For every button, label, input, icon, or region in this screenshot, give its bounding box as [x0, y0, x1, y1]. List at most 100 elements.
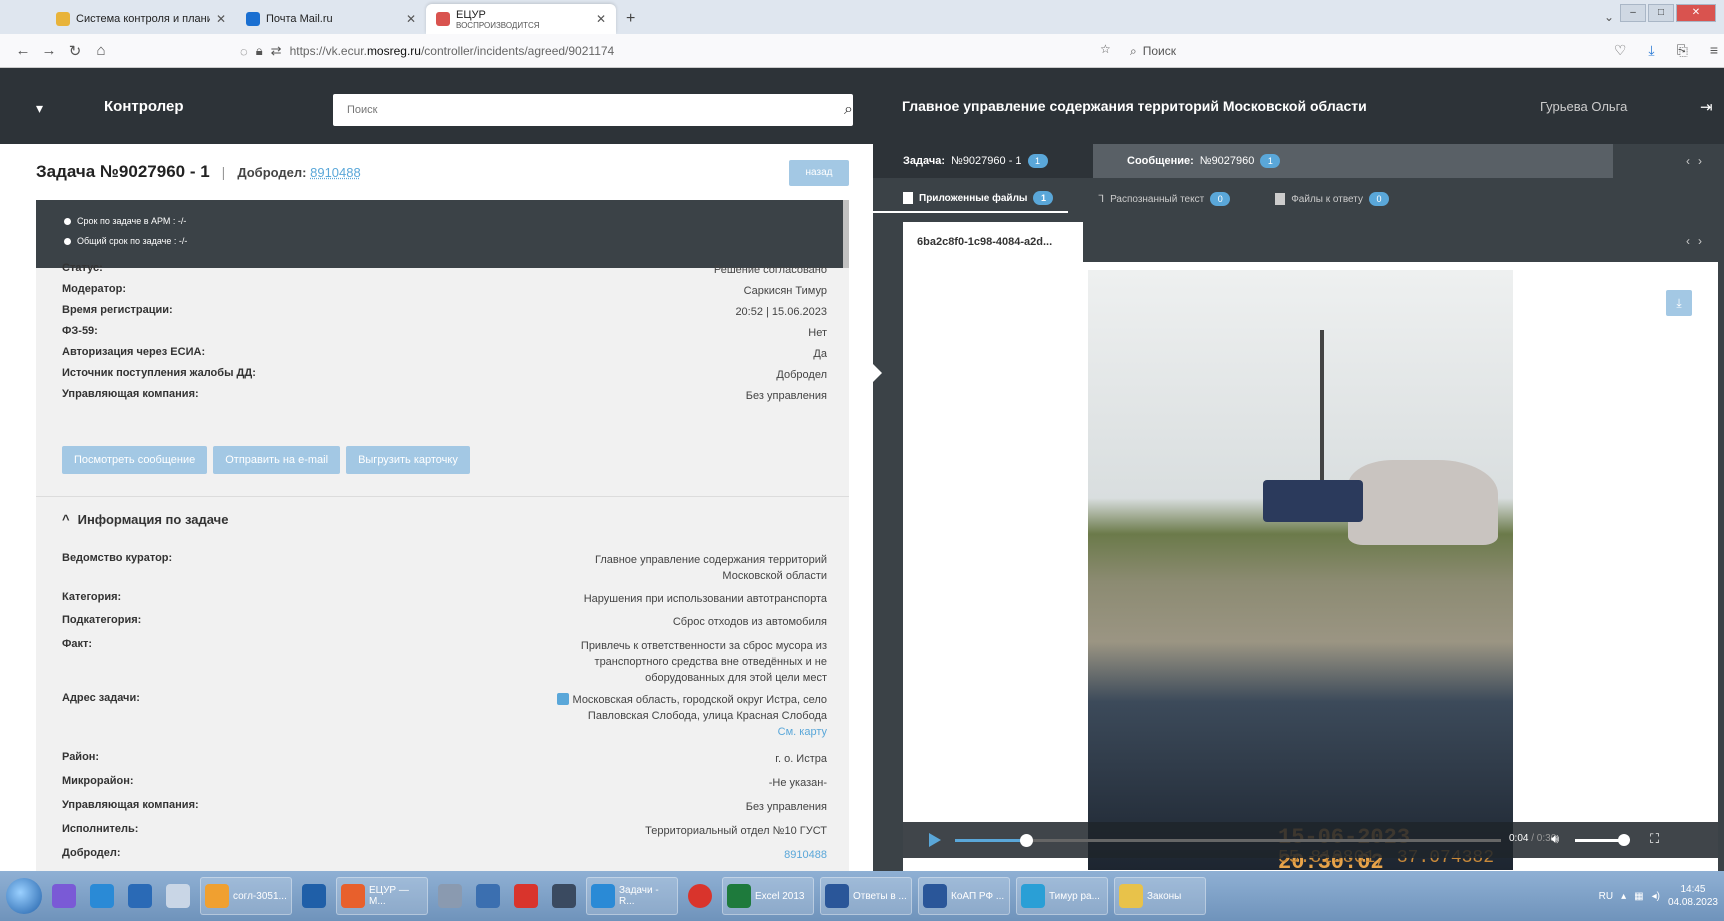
- seek-handle[interactable]: [1019, 834, 1033, 847]
- window-close-button[interactable]: ✕: [1676, 4, 1716, 22]
- app-icon[interactable]: [434, 877, 466, 915]
- search-icon[interactable]: ⌕: [844, 101, 853, 119]
- chevron-down-icon[interactable]: ▾: [36, 100, 43, 117]
- viewer-tabs: Задача: №9027960 - 11 Сообщение: №9027960 1…: [873, 144, 1724, 178]
- utility-pole: [1320, 330, 1324, 500]
- video-frame[interactable]: 15-06-2023 20:30:02 55.819801, 37.074382: [1088, 270, 1513, 870]
- window-controls: – □ ✕: [1620, 4, 1716, 22]
- close-icon[interactable]: ✕: [406, 12, 416, 26]
- yandex-browser-icon[interactable]: [684, 877, 716, 915]
- menu-icon[interactable]: ≡: [1710, 42, 1718, 59]
- volume-icon[interactable]: 🔊︎: [1551, 831, 1559, 847]
- taskbar-item[interactable]: Законы: [1114, 877, 1206, 915]
- forward-arrow-icon[interactable]: →: [36, 42, 62, 59]
- dobrodel-link[interactable]: 8910488: [310, 165, 361, 180]
- taskbar-item[interactable]: согл-3051...: [200, 877, 292, 915]
- ie-icon[interactable]: [86, 877, 118, 915]
- volume-slider[interactable]: [1575, 839, 1621, 842]
- export-card-button[interactable]: Выгрузить карточку: [346, 446, 470, 474]
- tab-response-files[interactable]: Файлы к ответу 0: [1245, 185, 1404, 213]
- reload-icon[interactable]: ↻: [62, 42, 88, 60]
- permissions-icon: ⇄: [270, 43, 282, 58]
- start-button[interactable]: [6, 878, 42, 914]
- send-email-button[interactable]: Отправить на e-mail: [213, 446, 341, 474]
- yandex-icon[interactable]: [510, 877, 542, 915]
- tab-title-text: ЕЦУР: [456, 8, 486, 21]
- user-name[interactable]: Гурьева Ольга: [1540, 99, 1627, 114]
- language-indicator[interactable]: RU: [1599, 891, 1613, 902]
- show-map-link[interactable]: См. карту: [778, 726, 827, 738]
- volume-icon[interactable]: ◂): [1652, 891, 1660, 902]
- download-icon[interactable]: ⤓: [1648, 42, 1654, 59]
- app-icon[interactable]: [548, 877, 580, 915]
- files-icon[interactable]: [162, 877, 194, 915]
- back-button[interactable]: назад: [789, 160, 849, 186]
- download-icon[interactable]: ⤓: [1666, 290, 1692, 316]
- view-message-button[interactable]: Посмотреть сообщение: [62, 446, 208, 474]
- clock[interactable]: 14:45 04.08.2023: [1668, 883, 1718, 909]
- outlook-icon[interactable]: [124, 877, 156, 915]
- deadline-arm: Срок по задаче в АРМ : -/-: [64, 216, 186, 226]
- tab-title: Система контроля и планиро: [76, 13, 210, 25]
- attachments-panel: Задача: №9027960 - 11 Сообщение: №9027960 1…: [873, 144, 1724, 871]
- maximize-button[interactable]: □: [1648, 4, 1674, 22]
- network-icon[interactable]: ▦: [1634, 891, 1643, 902]
- logout-icon[interactable]: ⇥: [1700, 98, 1713, 116]
- volume-handle[interactable]: [1618, 834, 1630, 846]
- fullscreen-icon[interactable]: ⛶: [1650, 831, 1659, 847]
- back-arrow-icon[interactable]: ←: [10, 42, 36, 59]
- toolbar-icons: ♡ ⤓ ⎘ ≡: [1614, 42, 1718, 59]
- file-prev-next-icons[interactable]: ‹›: [1686, 234, 1710, 248]
- taskbar-item[interactable]: Тимур ра...: [1016, 877, 1108, 915]
- minimize-button[interactable]: –: [1620, 4, 1646, 22]
- app-icon[interactable]: [298, 877, 330, 915]
- browser-tab-2[interactable]: Почта Mail.ru ✕: [236, 4, 426, 34]
- close-icon[interactable]: ✕: [596, 12, 606, 26]
- browser-tab-1[interactable]: Система контроля и планиро ✕: [46, 4, 236, 34]
- taskbar-item[interactable]: Задачи - R...: [586, 877, 678, 915]
- home-icon[interactable]: ⌂: [88, 42, 114, 59]
- time-display: 0:04 / 0:30: [1509, 833, 1557, 844]
- address-bar[interactable]: ◌ 🔒︎ ⇄ https://vk.ecur.mosreg.ru/control…: [240, 40, 1110, 62]
- play-icon[interactable]: [929, 833, 941, 847]
- app-header: ▾ Контролер ⌕ Главное управление содержа…: [0, 68, 1724, 144]
- bullet-icon: [64, 217, 71, 225]
- seek-bar[interactable]: [955, 834, 1501, 847]
- tab-message[interactable]: Сообщение: №9027960 1: [1093, 144, 1613, 178]
- tab-title: Почта Mail.ru: [266, 13, 333, 25]
- browser-search-box[interactable]: ⌕ Поиск: [1130, 40, 1540, 62]
- chevron-down-icon[interactable]: ⌄: [1604, 10, 1614, 24]
- search-input[interactable]: [333, 94, 813, 126]
- pdf-icon[interactable]: [472, 877, 504, 915]
- seek-progress: [955, 839, 1026, 842]
- prev-next-icons[interactable]: ‹›: [1686, 154, 1710, 168]
- browser-tabbar: Система контроля и планиро ✕ Почта Mail.…: [0, 0, 1724, 34]
- close-icon[interactable]: ✕: [216, 12, 226, 26]
- lock-icon: 🔒︎: [255, 43, 263, 58]
- info-section-toggle[interactable]: ^ Информация по задаче: [62, 512, 228, 527]
- app-icon[interactable]: [48, 877, 80, 915]
- extensions-icon[interactable]: ⎘: [1677, 42, 1688, 59]
- browser-tab-3-active[interactable]: ЕЦУР ВОСПРОИЗВОДИТСЯ ✕: [426, 4, 616, 34]
- mail-icon: [246, 12, 260, 26]
- panel-pointer: [873, 364, 882, 382]
- dobrodel-link[interactable]: 8910488: [784, 849, 827, 861]
- task-title: Задача №9027960 - 1: [36, 162, 210, 181]
- taskbar-item[interactable]: Ответы в ...: [820, 877, 912, 915]
- tab-recognized-text[interactable]: Ꞁ Распознанный текст 0: [1068, 185, 1245, 213]
- pocket-icon[interactable]: ♡: [1614, 42, 1627, 59]
- taskbar: согл-3051... ЕЦУР — M... Задачи - R... E…: [0, 871, 1724, 921]
- text-icon: Ꞁ: [1098, 193, 1105, 205]
- taskbar-item[interactable]: ЕЦУР — M...: [336, 877, 428, 915]
- taskbar-item[interactable]: КоАП РФ ...: [918, 877, 1010, 915]
- tab-attached-files[interactable]: Приложенные файлы 1: [873, 185, 1069, 213]
- taskbar-item[interactable]: Excel 2013: [722, 877, 814, 915]
- tab-favicon: [56, 12, 70, 26]
- bookmark-star-icon[interactable]: ☆: [1100, 42, 1111, 56]
- tray-arrow-icon[interactable]: ▴: [1621, 891, 1626, 902]
- new-tab-button[interactable]: +: [616, 4, 645, 34]
- tab-task[interactable]: Задача: №9027960 - 11: [873, 144, 1093, 178]
- browser-search-placeholder: Поиск: [1142, 44, 1176, 58]
- word-icon: [825, 884, 849, 908]
- file-name-tab[interactable]: 6ba2c8f0-1c98-4084-a2d...: [903, 222, 1083, 262]
